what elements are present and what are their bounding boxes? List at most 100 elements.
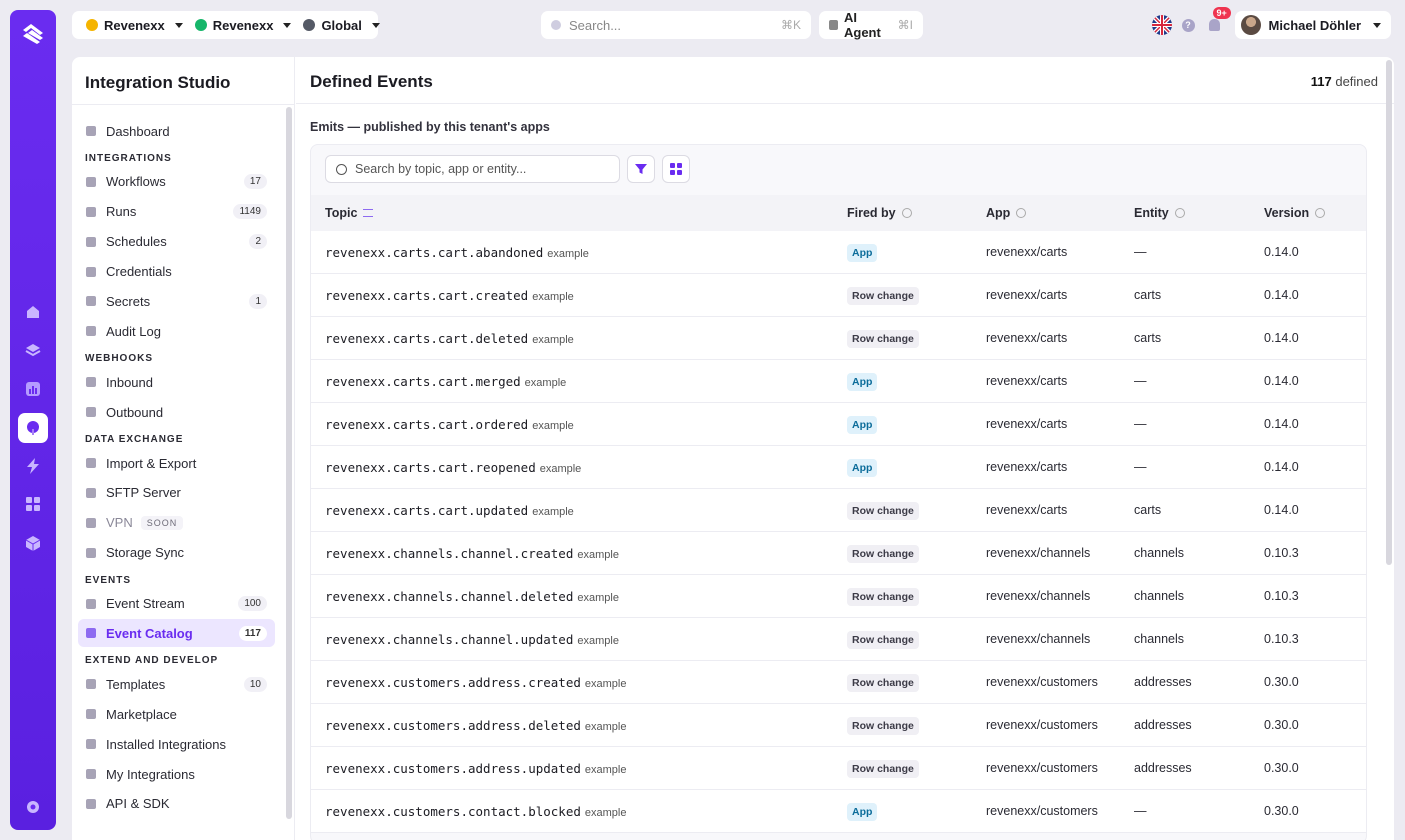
sidebar-item-installed[interactable]: Installed Integrations xyxy=(78,730,275,758)
example-link[interactable]: example xyxy=(585,764,627,776)
example-link[interactable]: example xyxy=(532,420,574,432)
uk-flag-icon[interactable] xyxy=(1151,15,1172,35)
app-cell: revenexx/customers xyxy=(986,761,1098,775)
column-entity[interactable]: Entity xyxy=(1134,206,1185,220)
sidebar-scrollbar[interactable] xyxy=(286,107,292,819)
settings-gear-icon[interactable] xyxy=(18,792,48,822)
table-row[interactable]: revenexx.carts.cart.merged example App reve… xyxy=(311,360,1366,403)
ai-agent-button[interactable]: AI Agent ⌘I xyxy=(819,10,923,40)
sidebar-item-storage-sync[interactable]: Storage Sync xyxy=(78,539,275,567)
sidebar-item-templates[interactable]: Templates 10 xyxy=(78,670,275,698)
example-link[interactable]: example xyxy=(532,506,574,518)
sidebar-item-event-catalog[interactable]: Event Catalog 117 xyxy=(78,619,275,648)
sidebar-item-event-stream[interactable]: Event Stream 100 xyxy=(78,590,275,618)
logo-icon[interactable] xyxy=(20,22,46,48)
info-icon[interactable] xyxy=(1315,208,1326,218)
stream-icon xyxy=(86,598,96,609)
table-row[interactable]: revenexx.customers.address.created exampl… xyxy=(311,661,1366,704)
tenant-selector-1[interactable]: Revenexx xyxy=(80,11,189,39)
section-data-exchange: DATA EXCHANGE xyxy=(85,434,184,446)
user-menu[interactable]: Michael Döhler xyxy=(1234,11,1391,39)
divider xyxy=(72,104,295,105)
help-icon[interactable]: ? xyxy=(1181,18,1195,32)
sidebar-item-schedules[interactable]: Schedules 2 xyxy=(78,228,275,256)
global-search-input[interactable]: Search... ⌘K xyxy=(541,11,811,39)
sidebar-item-label: Dashboard xyxy=(106,123,170,139)
column-label: Entity xyxy=(1134,206,1169,220)
sidebar-item-audit-log[interactable]: Audit Log xyxy=(78,317,275,345)
table-row[interactable]: revenexx.customers.address.deleted exampl… xyxy=(311,704,1366,747)
table-row[interactable]: revenexx.carts.cart.updated example Row ch… xyxy=(311,489,1366,532)
topic-cell: revenexx.carts.cart.abandoned example xyxy=(325,245,589,260)
example-link[interactable]: example xyxy=(577,592,619,604)
table-row[interactable]: revenexx.channels.channel.created example… xyxy=(311,532,1366,575)
sidebar-item-my-integrations[interactable]: My Integrations xyxy=(78,760,275,788)
sidebar-item-import-export[interactable]: Import & Export xyxy=(78,449,275,477)
region-selector[interactable]: Global xyxy=(297,11,385,39)
search-icon xyxy=(551,20,561,30)
example-link[interactable]: example xyxy=(585,807,627,819)
app-cell: revenexx/channels xyxy=(986,632,1091,646)
tenant-status-icon xyxy=(194,19,207,31)
notifications-button[interactable]: 9+ xyxy=(1205,7,1231,35)
sidebar-item-api-sdk[interactable]: API & SDK xyxy=(78,790,275,818)
table-row[interactable]: revenexx.carts.cart.reopened example App re… xyxy=(311,446,1366,489)
column-fired-by[interactable]: Fired by xyxy=(847,206,912,220)
filter-button[interactable] xyxy=(627,155,655,183)
soon-badge: SOON xyxy=(140,515,184,530)
view-toggle-button[interactable] xyxy=(662,155,690,183)
info-icon[interactable] xyxy=(901,208,912,218)
info-icon[interactable] xyxy=(1174,208,1185,218)
count-badge: 1149 xyxy=(233,204,267,220)
sidebar-item-sftp[interactable]: SFTP Server xyxy=(78,479,275,507)
app-rail xyxy=(10,10,56,830)
sort-icon[interactable] xyxy=(363,209,374,217)
table-row[interactable]: revenexx.carts.cart.created example Row ch… xyxy=(311,274,1366,317)
table-row[interactable]: revenexx.carts.cart.abandoned example App r… xyxy=(311,231,1366,274)
example-link[interactable]: example xyxy=(577,549,619,561)
table-row[interactable]: revenexx.customers.address.updated exampl… xyxy=(311,747,1366,790)
info-icon[interactable] xyxy=(1016,208,1027,218)
column-topic[interactable]: Topic xyxy=(325,206,374,220)
sidebar-item-inbound[interactable]: Inbound xyxy=(78,368,275,396)
bolt-icon[interactable] xyxy=(18,451,48,481)
table-row[interactable]: revenexx.carts.cart.deleted example Row ch… xyxy=(311,317,1366,360)
sidebar-item-workflows[interactable]: Workflows 17 xyxy=(78,168,275,196)
example-link[interactable]: example xyxy=(577,635,619,647)
home-icon[interactable] xyxy=(18,297,48,327)
sidebar-item-credentials[interactable]: Credentials xyxy=(78,258,275,286)
version-cell: 0.14.0 xyxy=(1264,503,1299,517)
content-scrollbar[interactable] xyxy=(1386,60,1392,565)
chart-icon[interactable] xyxy=(18,374,48,404)
integrations-icon[interactable] xyxy=(18,413,48,443)
example-link[interactable]: example xyxy=(585,721,627,733)
example-link[interactable]: example xyxy=(540,463,582,475)
example-link[interactable]: example xyxy=(532,334,574,346)
example-link[interactable]: example xyxy=(585,678,627,690)
column-app[interactable]: App xyxy=(986,206,1027,220)
sidebar-item-runs[interactable]: Runs 1149 xyxy=(78,198,275,226)
tenant-selector-2[interactable]: Revenexx xyxy=(189,11,298,39)
table-row[interactable]: revenexx.carts.cart.ordered example App rev… xyxy=(311,403,1366,446)
version-cell: 0.10.3 xyxy=(1264,632,1299,646)
entity-cell: addresses xyxy=(1134,761,1192,775)
column-version[interactable]: Version xyxy=(1264,206,1326,220)
example-link[interactable]: example xyxy=(525,377,567,389)
table-row[interactable]: revenexx.customers.contact.blocked exampl… xyxy=(311,790,1366,833)
sidebar-item-marketplace[interactable]: Marketplace xyxy=(78,700,275,728)
table-row[interactable]: revenexx.channels.channel.deleted example… xyxy=(311,575,1366,618)
example-link[interactable]: example xyxy=(532,291,574,303)
apps-grid-icon[interactable] xyxy=(18,489,48,519)
topic-cell: revenexx.customers.address.deleted exampl… xyxy=(325,718,626,733)
table-search-input[interactable]: Search by topic, app or entity... xyxy=(325,155,620,183)
clock-icon xyxy=(86,236,96,247)
code-icon xyxy=(86,798,96,809)
fired-by-badge: Row change xyxy=(847,631,919,649)
cube-icon[interactable] xyxy=(18,528,48,558)
example-link[interactable]: example xyxy=(547,248,589,260)
layers-icon[interactable] xyxy=(18,335,48,365)
sidebar-item-dashboard[interactable]: Dashboard xyxy=(78,117,275,145)
table-row[interactable]: revenexx.channels.channel.updated example… xyxy=(311,618,1366,661)
sidebar-item-secrets[interactable]: Secrets 1 xyxy=(78,287,275,315)
sidebar-item-outbound[interactable]: Outbound xyxy=(78,398,275,426)
